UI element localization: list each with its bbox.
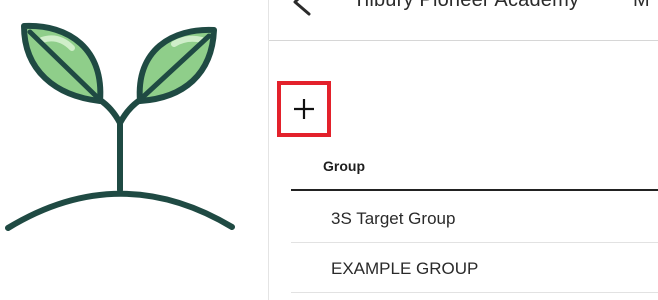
- school-title: Tilbury Pioneer Academy: [353, 0, 580, 11]
- sprout-icon: [5, 22, 235, 231]
- plus-icon: [294, 99, 314, 119]
- table-header-rule: [291, 189, 658, 191]
- screen: Tilbury Pioneer Academy M Group 3S Targe…: [0, 0, 658, 300]
- column-header-group[interactable]: Group: [323, 158, 365, 174]
- add-group-button[interactable]: [277, 81, 331, 137]
- group-name-cell: 3S Target Group: [331, 209, 456, 228]
- table-row[interactable]: 3S Target Group: [291, 195, 658, 243]
- logo-panel: [0, 0, 268, 300]
- app-panel: Tilbury Pioneer Academy M Group 3S Targe…: [269, 0, 658, 300]
- back-chevron-icon[interactable]: [289, 0, 315, 16]
- table-row[interactable]: EXAMPLE GROUP: [291, 245, 658, 293]
- menu-title-cut[interactable]: M: [633, 0, 650, 12]
- top-app-bar: Tilbury Pioneer Academy M: [269, 0, 658, 41]
- group-name-cell: EXAMPLE GROUP: [331, 259, 479, 278]
